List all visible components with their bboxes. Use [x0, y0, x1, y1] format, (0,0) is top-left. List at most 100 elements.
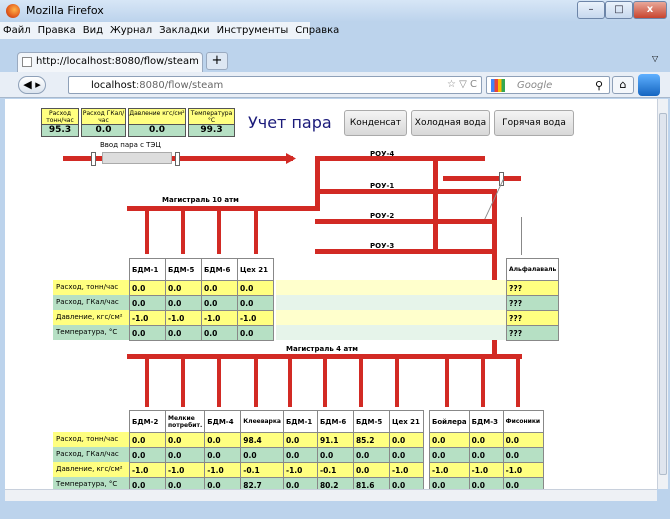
kpi-label: Расход ГКал/час: [82, 109, 125, 125]
cold-water-button[interactable]: Холодная вода: [411, 110, 490, 136]
inlet-valve[interactable]: [175, 152, 180, 166]
table-fill: [276, 280, 506, 340]
browser-window: Mozilla Firefox – □ x Файл Правка Вид Жу…: [0, 0, 670, 519]
branch-pipe: [254, 206, 258, 254]
menu-edit[interactable]: Правка: [38, 25, 76, 36]
kpi-label: Температура °C: [189, 109, 234, 125]
cell: 0.0: [502, 447, 544, 463]
hot-water-button[interactable]: Горячая вода: [494, 110, 574, 136]
maximize-button[interactable]: □: [605, 1, 633, 19]
inlet-valve[interactable]: [91, 152, 96, 166]
google-engine-icon[interactable]: [491, 79, 505, 92]
row-label-temperature: Температура, °C: [53, 325, 133, 340]
column-header: БДМ-4: [204, 410, 242, 433]
main4-label: Магистраль 4 атм: [286, 345, 358, 353]
back-button[interactable]: ◀ ▸: [18, 76, 46, 94]
inlet-arrow-icon: [286, 153, 296, 164]
main10-pipe: [127, 206, 320, 211]
column-header: Бойлера: [429, 410, 470, 433]
cell: -1.0: [129, 462, 166, 478]
tab-steam[interactable]: http://localhost:8080/flow/steam: [17, 52, 203, 72]
home-button[interactable]: ⌂: [612, 76, 634, 94]
kpi-temperature: Температура °C 99.3: [188, 108, 235, 137]
cell: 0.0: [164, 477, 206, 489]
close-button[interactable]: x: [633, 1, 667, 19]
row-label-flow-gcal: Расход, ГКал/час: [53, 295, 133, 310]
cell: -1.0: [165, 310, 202, 326]
cell: 0.0: [388, 432, 424, 448]
cell: -1.0: [201, 310, 238, 326]
search-box[interactable]: Google: [486, 76, 610, 94]
table-row: 0.0 0.0 0.0: [429, 432, 544, 448]
address-bar[interactable]: localhost:8080/flow/steam ☆ ▽ C: [68, 76, 482, 94]
bookmark-star-icon[interactable]: ☆ ▽ C: [447, 79, 477, 90]
table-row: 0.0 0.0 0.0 0.0 0.0 0.0 0.0 0.0: [129, 447, 424, 463]
vertical-scrollbar[interactable]: [657, 99, 668, 489]
cell: -1.0: [129, 310, 166, 326]
cell: 0.0: [316, 447, 354, 463]
kpi-value: 95.3: [42, 125, 78, 136]
column-header: БДМ-2: [129, 410, 166, 433]
kpi-flow-tons: Расход тонн/час 95.3: [41, 108, 79, 137]
menu-bookmarks[interactable]: Закладки: [159, 25, 210, 36]
kpi-pressure: Давление кгс/см² 0.0: [128, 108, 186, 137]
url-text: localhost:8080/flow/steam: [91, 80, 223, 91]
scrollbar-thumb[interactable]: [659, 113, 667, 475]
search-placeholder: Google: [517, 80, 553, 91]
skype-addon-icon[interactable]: [638, 74, 660, 96]
menu-view[interactable]: Вид: [83, 25, 103, 36]
menu-file[interactable]: Файл: [3, 25, 31, 36]
row-label-flow-tons: Расход, тонн/час: [53, 432, 133, 447]
row-label-flow-tons: Расход, тонн/час: [53, 280, 133, 295]
cell: ???: [505, 295, 560, 311]
cell: 0.0: [237, 295, 274, 311]
condensate-button[interactable]: Конденсат: [344, 110, 407, 136]
cell: 0.0: [502, 477, 544, 489]
kpi-flow-gcal: Расход ГКал/час 0.0: [81, 108, 126, 137]
cell: 0.0: [468, 477, 504, 489]
url-path: :8080/flow/steam: [135, 80, 224, 91]
search-icon[interactable]: ⚲: [595, 79, 603, 92]
table-row: ???: [505, 280, 560, 296]
horizontal-scrollbar[interactable]: [5, 489, 657, 501]
tab-list-chevron-icon[interactable]: ▽: [652, 54, 658, 63]
column-header: Цех 21: [388, 410, 424, 433]
column-header: БДМ-1: [129, 258, 166, 281]
cell: 0.0: [204, 447, 242, 463]
cell: -1.0: [468, 462, 504, 478]
column-header: БДМ-5: [352, 410, 390, 433]
firefox-logo-icon: [6, 4, 20, 18]
cell: 0.0: [129, 280, 166, 296]
inlet-label: Ввод пара с ТЭЦ: [100, 141, 161, 149]
menu-tools[interactable]: Инструменты: [217, 25, 289, 36]
branch-pipe: [481, 357, 485, 407]
row-label-temperature: Температура, °C: [53, 477, 133, 489]
page-favicon-icon: [22, 57, 32, 67]
page-title: Учет пара: [248, 113, 332, 132]
menu-history[interactable]: Журнал: [110, 25, 152, 36]
kpi-label: Давление кгс/см²: [129, 109, 185, 125]
minimize-button[interactable]: –: [577, 1, 605, 19]
kpi-value: 0.0: [82, 125, 125, 136]
branch-pipe: [217, 357, 221, 407]
cell: 0.0: [204, 432, 242, 448]
cell: 0.0: [240, 447, 284, 463]
url-host: localhost: [91, 80, 136, 91]
branch-pipe: [181, 357, 185, 407]
cell: -0.1: [316, 462, 354, 478]
cell: 0.0: [468, 432, 504, 448]
rou4-label: РОУ-4: [370, 150, 395, 158]
branch-pipe: [181, 206, 185, 254]
main10-label: Магистраль 10 атм: [162, 196, 239, 204]
new-tab-button[interactable]: +: [206, 52, 228, 70]
window-title: Mozilla Firefox: [26, 4, 104, 17]
menu-help[interactable]: Справка: [295, 25, 339, 36]
column-header: Цех 21: [237, 258, 274, 281]
rou3-label: РОУ-3: [370, 242, 395, 250]
column-header: Альфалаваль: [505, 258, 560, 281]
branch-pipe: [254, 357, 258, 407]
table-row: 0.0 0.0 0.0: [429, 477, 544, 489]
cell: 0.0: [388, 447, 424, 463]
rou4-pipe: [315, 156, 485, 161]
cell: 0.0: [129, 447, 166, 463]
